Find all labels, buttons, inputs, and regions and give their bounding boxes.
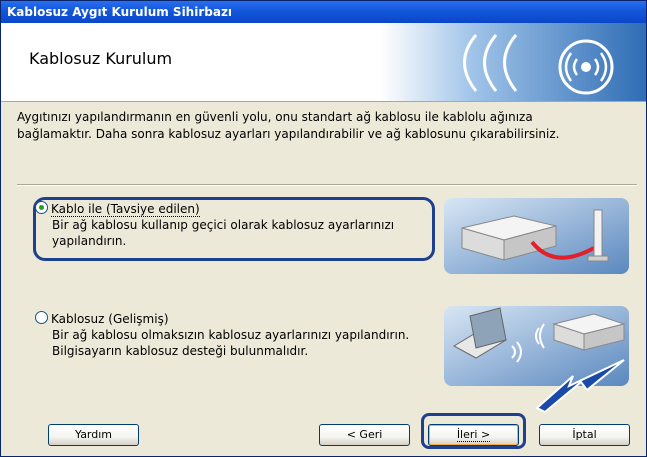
wireless-banner-icon (381, 23, 646, 101)
intro-text: Aygıtınızı yapılandırmanın en güvenli yo… (17, 109, 637, 143)
option-wired-label: Kablo ile (Tavsiye edilen) (51, 202, 200, 217)
back-button[interactable]: < Geri (319, 424, 410, 446)
radio-wireless[interactable] (35, 311, 48, 324)
wizard-header: Kablosuz Kurulum (1, 23, 646, 102)
option-wired-desc-2: yapılandırın. (52, 234, 127, 248)
intro-line-2: bağlamaktır. Daha sonra kablosuz ayarlar… (17, 127, 560, 141)
option-wireless-desc-1: Bir ağ kablosu olmaksızın kablosuz ayarl… (52, 328, 410, 342)
cancel-button[interactable]: İptal (539, 424, 630, 446)
option-wireless[interactable]: Kablosuz (Gelişmiş) Bir ağ kablosu olmak… (35, 311, 409, 359)
next-button[interactable]: İleri > (428, 424, 519, 446)
page-title: Kablosuz Kurulum (29, 49, 173, 68)
help-button[interactable]: Yardım (48, 424, 139, 446)
option-wireless-label: Kablosuz (Gelişmiş) (51, 312, 169, 326)
title-bar: Kablosuz Aygıt Kurulum Sihirbazı (1, 1, 646, 23)
wired-printer-illustration (444, 198, 629, 274)
pointer-arrow-icon (535, 359, 625, 414)
option-wireless-desc-2: Bilgisayarın kablosuz desteği bulunmalıd… (52, 344, 309, 358)
next-button-label: İleri > (456, 428, 491, 442)
wizard-window: Kablosuz Aygıt Kurulum Sihirbazı Kablosu… (0, 0, 647, 457)
intro-line-1: Aygıtınızı yapılandırmanın en güvenli yo… (17, 110, 533, 124)
option-wired[interactable]: Kablo ile (Tavsiye edilen) Bir ağ kablos… (35, 201, 394, 249)
radio-wired[interactable] (35, 201, 48, 214)
window-title: Kablosuz Aygıt Kurulum Sihirbazı (7, 5, 233, 19)
option-wired-desc-1: Bir ağ kablosu kullanıp geçici olarak ka… (52, 218, 395, 232)
separator (17, 184, 637, 186)
